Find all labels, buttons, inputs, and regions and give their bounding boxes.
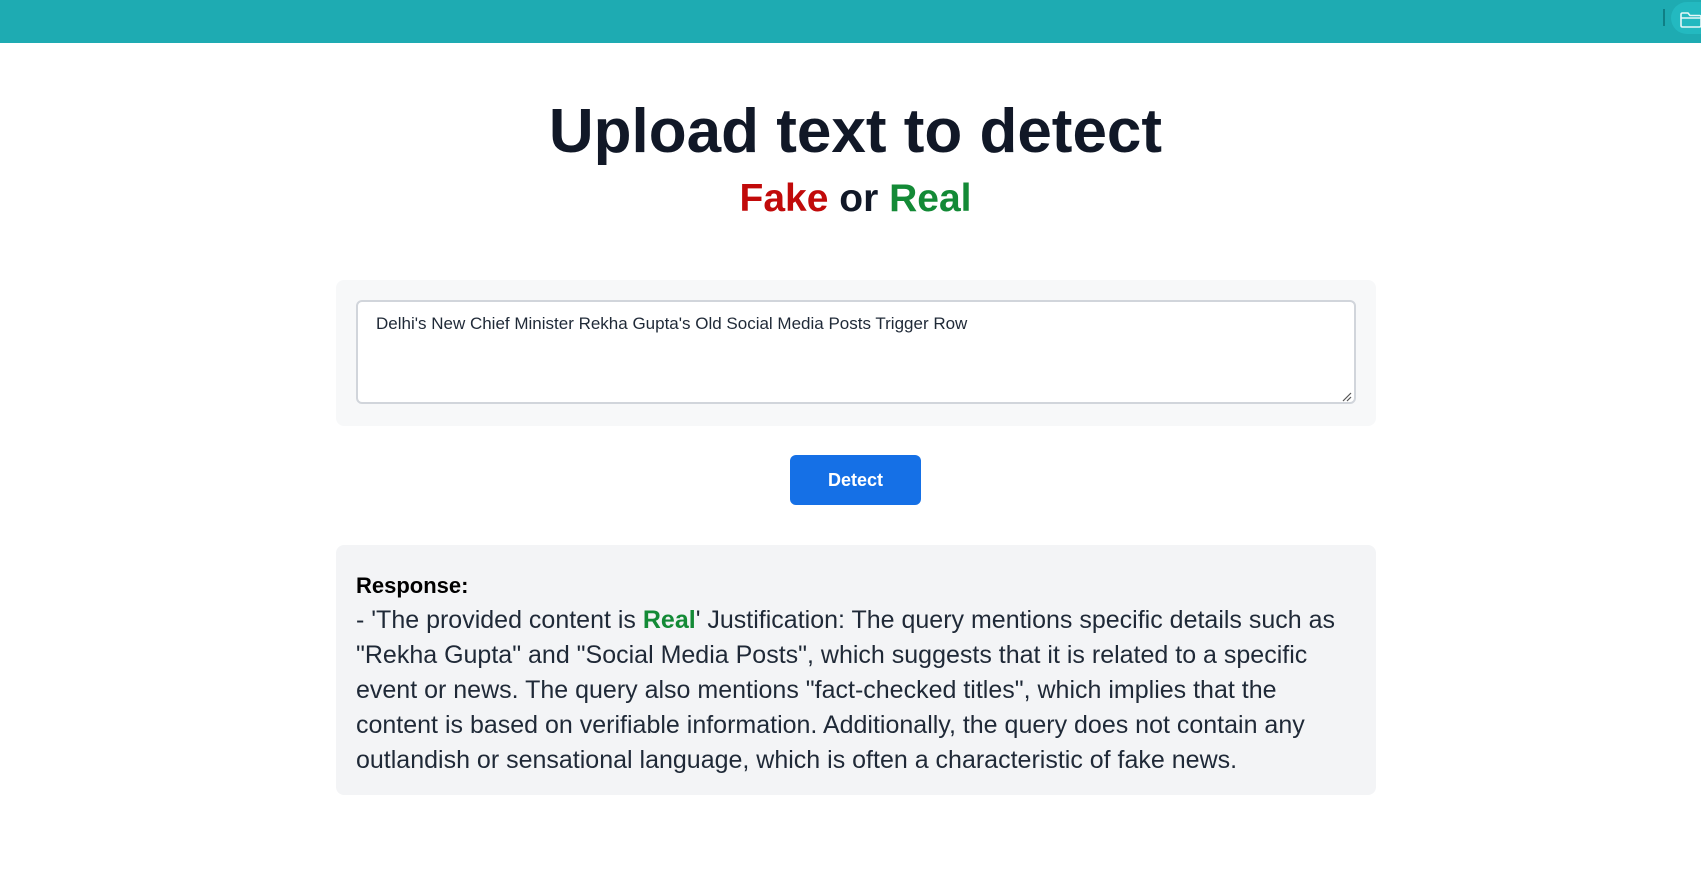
subtitle-or: or [839, 177, 879, 220]
folder-button[interactable] [1671, 2, 1701, 34]
response-text: - 'The provided content is Real' Justifi… [356, 603, 1356, 778]
folder-icon [1680, 12, 1701, 28]
page-title: Upload text to detect [548, 97, 1163, 166]
text-input[interactable]: Delhi's New Chief Minister Rekha Gupta's… [356, 300, 1356, 404]
toolbar-divider [1663, 9, 1665, 26]
subtitle-real: Real [889, 177, 972, 220]
top-bar [0, 0, 1701, 43]
detect-button[interactable]: Detect [790, 455, 921, 505]
page-subtitle: Fake or Real [0, 176, 1701, 222]
response-prefix: - 'The provided content is [356, 606, 643, 634]
input-card: Delhi's New Chief Minister Rekha Gupta's… [336, 280, 1376, 426]
response-label: Response: [356, 573, 469, 598]
response-verdict: Real [642, 606, 696, 634]
response-panel: Response: - 'The provided content is Rea… [336, 545, 1376, 795]
resize-grip-icon[interactable] [1342, 392, 1352, 402]
subtitle-fake: Fake [739, 177, 829, 220]
